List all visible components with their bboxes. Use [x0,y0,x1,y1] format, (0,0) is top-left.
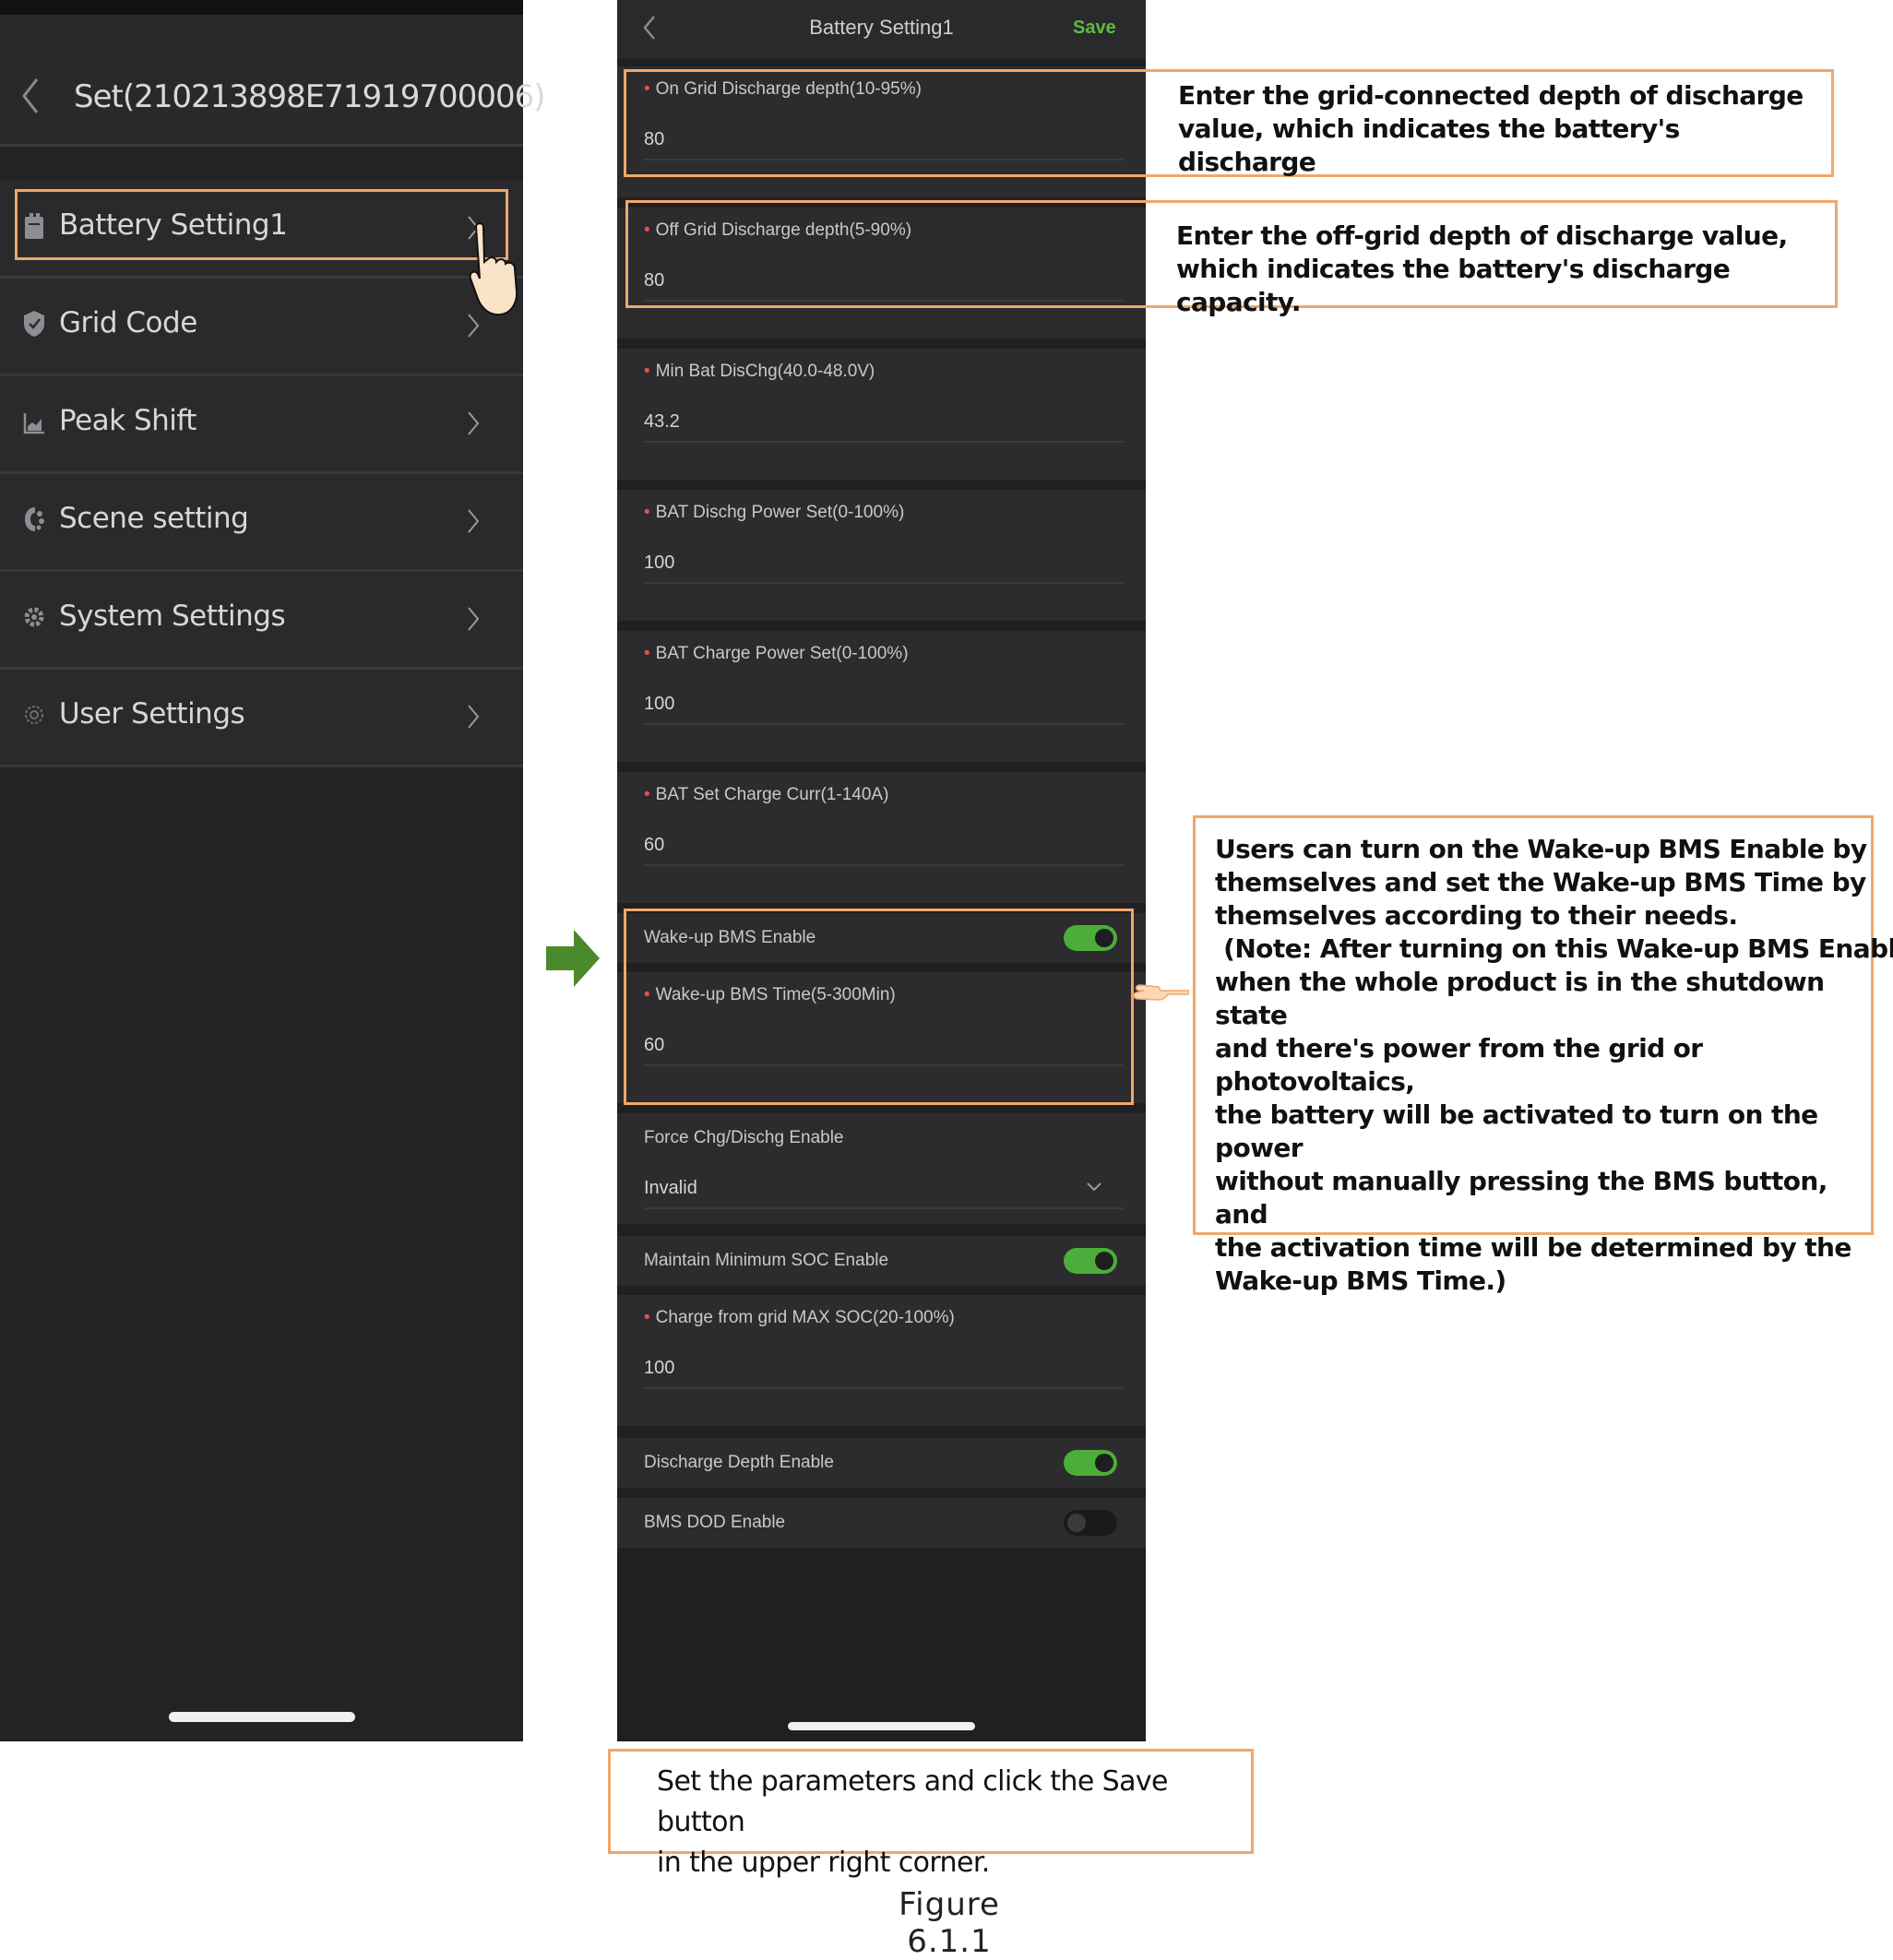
field-value[interactable]: 100 [644,1356,674,1380]
menu-item-scene-setting[interactable]: Scene setting [0,474,523,572]
note-line: Wake-up BMS Time.) [1215,1265,1506,1296]
min-bat-dischg-field[interactable]: • Min Bat DisChg(40.0-48.0V) 43.2 [617,349,1146,480]
charge-from-grid-field[interactable]: • Charge from grid MAX SOC(20-100%) 100 [617,1295,1146,1426]
menu-item-label: User Settings [59,697,245,731]
menu-item-peak-shift[interactable]: Peak Shift [0,376,523,474]
field-value[interactable]: 100 [644,551,674,575]
required-marker: • [644,362,650,381]
field-label: Min Bat DisChg(40.0-48.0V) [655,362,875,381]
bms-dod-enable-row: BMS DOD Enable [617,1498,1146,1548]
note-line: themselves and set the Wake-up BMS Time … [1215,867,1866,897]
note-line: Users can turn on the Wake-up BMS Enable… [1215,834,1867,864]
toggle-knob [1095,1454,1113,1472]
required-marker: • [644,1308,650,1327]
bat-charge-power-field[interactable]: • BAT Charge Power Set(0-100%) 100 [617,631,1146,762]
menu-item-label: Grid Code [59,306,197,339]
device-title: Set(210213898E71919700006) [74,78,545,115]
chevron-right-icon [468,509,480,533]
field-label: BAT Charge Power Set(0-100%) [655,644,909,663]
battery-setting-header: Battery Setting1 Save [617,0,1146,59]
chevron-right-icon [468,705,480,729]
field-underline [644,1387,1124,1389]
save-button[interactable]: Save [1073,13,1116,42]
menu-item-grid-code[interactable]: Grid Code [0,279,523,376]
scene-icon [25,507,44,531]
wakeup-bms-highlight [624,909,1134,1105]
bat-charge-curr-field[interactable]: • BAT Set Charge Curr(1-140A) 60 [617,772,1146,903]
field-underline [644,864,1124,866]
note-line: when the whole product is in the shutdow… [1215,967,1825,1030]
chevron-right-icon [468,411,480,435]
field-value[interactable]: 43.2 [644,410,680,434]
note-line: Enter the grid-connected depth of discha… [1178,80,1804,111]
left-phone-screen: Set(210213898E71919700006) Battery Setti… [0,0,545,1741]
field-value[interactable]: 100 [644,692,674,716]
gear-icon [24,607,44,627]
required-marker: • [644,644,650,663]
note-line: in the upper right corner. [657,1847,990,1879]
chart-icon [23,413,44,434]
note-line: value, which indicates the battery's dis… [1178,113,1680,177]
save-note: Set the parameters and click the Save bu… [657,1762,1247,1883]
chevron-down-icon[interactable] [1086,1182,1102,1193]
home-indicator [169,1712,355,1722]
menu-item-system-settings[interactable]: System Settings [0,572,523,670]
home-indicator [788,1722,975,1730]
back-arrow-icon[interactable] [642,15,657,41]
field-label: BAT Dischg Power Set(0-100%) [655,503,905,522]
field-underline [644,582,1124,584]
field-label: Charge from grid MAX SOC(20-100%) [655,1308,955,1327]
field-underline [644,723,1124,725]
tap-hand-icon [469,222,518,316]
note-line: (Note: After turning on this Wake-up BMS… [1215,933,1893,964]
field-label: BAT Set Charge Curr(1-140A) [655,785,889,804]
note-line: and there's power from the grid or photo… [1215,1033,1703,1097]
toggle-knob [1067,1514,1086,1532]
force-chg-dischg-field[interactable]: Force Chg/Dischg Enable Invalid [617,1113,1146,1224]
user-gear-icon [25,706,43,724]
header-divider [0,144,523,177]
note-line: Set the parameters and click the Save bu… [657,1765,1168,1838]
page-title: Battery Setting1 [809,16,954,39]
status-bar [0,0,523,15]
shield-icon [24,311,44,337]
left-header: Set(210213898E71919700006) [0,15,545,144]
dropdown-value[interactable]: Invalid [644,1176,697,1200]
note-line: the activation time will be determined b… [1215,1232,1851,1263]
field-value[interactable]: 60 [644,833,664,857]
note-line: the battery will be activated to turn on… [1215,1099,1818,1163]
bms-dod-toggle[interactable] [1064,1510,1117,1536]
toggle-label: Maintain Minimum SOC Enable [644,1251,889,1270]
battery-setting-highlight [15,189,508,260]
chevron-right-icon [468,607,480,631]
toggle-label: BMS DOD Enable [644,1513,786,1532]
bat-dischg-power-field[interactable]: • BAT Dischg Power Set(0-100%) 100 [617,490,1146,621]
menu-item-label: Scene setting [59,502,249,535]
required-marker: • [644,785,650,804]
back-arrow-icon[interactable] [20,77,41,114]
field-underline [644,1207,1124,1209]
menu-item-label: Peak Shift [59,404,196,437]
maintain-soc-toggle[interactable] [1064,1248,1117,1274]
figure-caption: Figure 6.1.1 [899,1886,1000,1960]
menu-item-user-settings[interactable]: User Settings [0,670,523,767]
required-marker: • [644,503,650,522]
note-line: Enter the off-grid depth of discharge va… [1176,220,1788,251]
discharge-depth-toggle[interactable] [1064,1450,1117,1476]
menu-item-label: System Settings [59,600,286,633]
green-arrow-icon [546,930,600,987]
pointing-hand-icon [1133,984,1189,1001]
toggle-label: Discharge Depth Enable [644,1453,834,1472]
on-grid-note: Enter the grid-connected depth of discha… [1178,79,1824,179]
discharge-depth-enable-row: Discharge Depth Enable [617,1438,1146,1488]
note-line: which indicates the battery's discharge … [1176,254,1731,317]
maintain-min-soc-row: Maintain Minimum SOC Enable [617,1236,1146,1286]
wakeup-note: Users can turn on the Wake-up BMS Enable… [1215,833,1893,1298]
toggle-knob [1095,1252,1113,1270]
note-line: themselves according to their needs. [1215,900,1738,931]
off-grid-note: Enter the off-grid depth of discharge va… [1176,220,1831,319]
note-line: without manually pressing the BMS button… [1215,1166,1828,1229]
field-underline [644,441,1124,443]
field-label: Force Chg/Dischg Enable [644,1128,844,1147]
